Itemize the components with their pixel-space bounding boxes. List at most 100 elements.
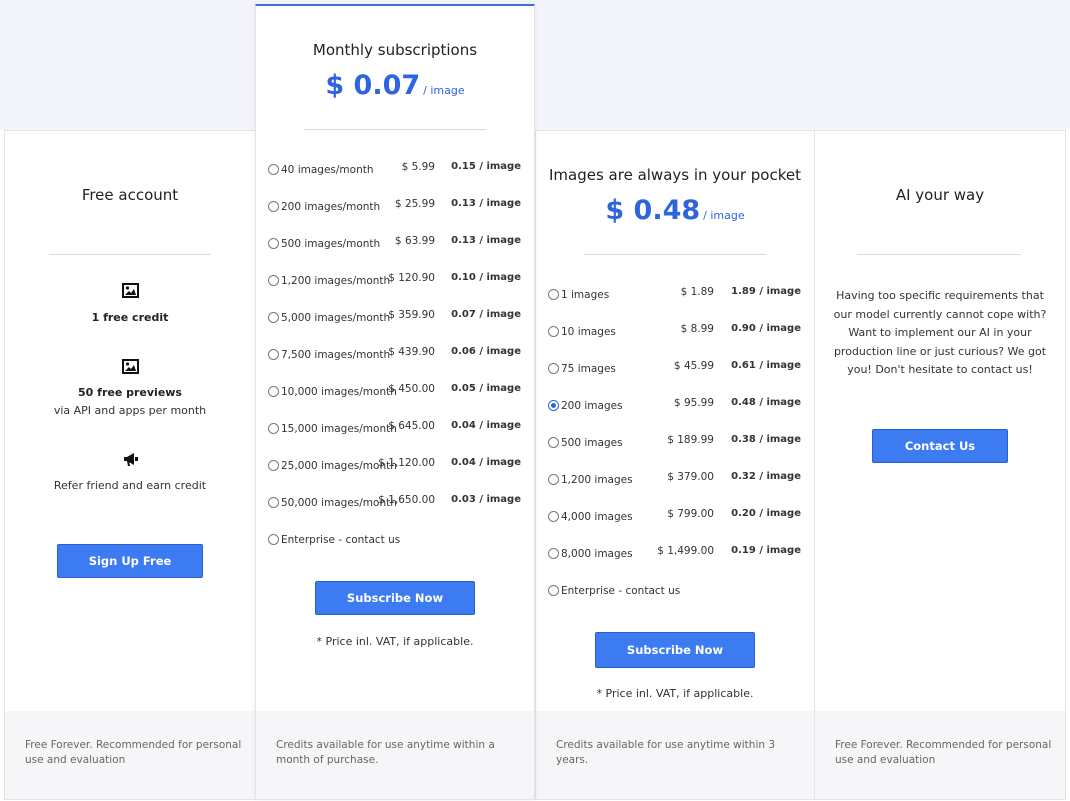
pocket-option-price: $ 95.99 (673, 397, 714, 409)
pocket-option-label: 1 images (561, 289, 610, 301)
pocket-option-per-image: 0.20 / image (731, 508, 801, 519)
pocket-option-row[interactable]: 1 images $ 1.89 1.89 / image (536, 286, 814, 305)
pocket-card-footer: Credits available for use anytime within… (536, 711, 814, 799)
ai-card-title: AI your way (895, 186, 985, 204)
pocket-option-price: $ 189.99 (667, 434, 714, 446)
monthly-price-unit: / image (423, 84, 465, 97)
monthly-card-divider (304, 129, 486, 130)
pocket-option-row[interactable]: 1,200 images $ 379.00 0.32 / image (536, 471, 814, 490)
monthly-option-row[interactable]: 40 images/month $ 5.99 0.15 / image (256, 161, 534, 180)
monthly-option-price: $ 5.99 (401, 161, 435, 173)
monthly-option-label: 1,200 images/month (281, 275, 391, 287)
pocket-option-price: $ 799.00 (667, 508, 714, 520)
monthly-option-radio[interactable] (268, 275, 279, 286)
pocket-option-radio[interactable] (548, 474, 559, 485)
monthly-option-price: $ 1,120.00 (378, 457, 435, 469)
monthly-option-row[interactable]: 5,000 images/month $ 359.90 0.07 / image (256, 309, 534, 328)
pocket-footer-text: Credits available for use anytime within… (556, 739, 776, 766)
monthly-option-price: $ 439.90 (388, 346, 435, 358)
monthly-option-row[interactable]: 200 images/month $ 25.99 0.13 / image (256, 198, 534, 217)
monthly-option-radio[interactable] (268, 460, 279, 471)
pocket-option-per-image: 0.61 / image (731, 360, 801, 371)
monthly-option-per-image: 0.13 / image (451, 235, 521, 246)
pocket-option-radio[interactable] (548, 363, 559, 374)
pocket-option-row[interactable]: 4,000 images $ 799.00 0.20 / image (536, 508, 814, 527)
monthly-option-radio[interactable] (268, 312, 279, 323)
monthly-option-label: 40 images/month (281, 164, 374, 176)
free-footer-text: Free Forever. Recommended for personal u… (25, 739, 242, 766)
monthly-option-radio[interactable] (268, 497, 279, 508)
pocket-option-per-image: 0.38 / image (731, 434, 801, 445)
monthly-option-per-image: 0.13 / image (451, 198, 521, 209)
monthly-option-per-image: 0.04 / image (451, 457, 521, 468)
monthly-option-price: $ 645.00 (388, 420, 435, 432)
pocket-option-label: 4,000 images (561, 511, 633, 523)
monthly-option-radio[interactable] (268, 201, 279, 212)
pocket-option-radio[interactable] (548, 585, 559, 596)
pocket-option-row[interactable]: Enterprise - contact us (536, 585, 814, 601)
free-card-divider (49, 254, 211, 255)
pocket-option-radio[interactable] (548, 326, 559, 337)
pocket-option-row[interactable]: 200 images $ 95.99 0.48 / image (536, 397, 814, 416)
pocket-option-radio[interactable] (548, 511, 559, 522)
pocket-option-radio[interactable] (548, 437, 559, 448)
sign-up-free-button[interactable]: Sign Up Free (57, 544, 203, 578)
pocket-option-radio[interactable] (548, 400, 559, 411)
monthly-option-label: 7,500 images/month (281, 349, 391, 361)
monthly-option-radio[interactable] (268, 238, 279, 249)
image-icon (5, 283, 255, 302)
monthly-option-radio[interactable] (268, 386, 279, 397)
pocket-option-label: 75 images (561, 363, 616, 375)
monthly-option-radio[interactable] (268, 534, 279, 545)
feature-free-previews-detail: via API and apps per month (53, 404, 207, 417)
monthly-option-row[interactable]: 10,000 images/month $ 450.00 0.05 / image (256, 383, 534, 402)
pocket-option-row[interactable]: 10 images $ 8.99 0.90 / image (536, 323, 814, 342)
megaphone-icon (5, 452, 255, 472)
pocket-subscribe-button[interactable]: Subscribe Now (595, 632, 755, 668)
contact-us-button[interactable]: Contact Us (872, 429, 1008, 463)
pocket-option-price: $ 1,499.00 (657, 545, 714, 557)
pocket-option-label: 10 images (561, 326, 616, 338)
pocket-option-per-image: 0.32 / image (731, 471, 801, 482)
monthly-option-row[interactable]: 7,500 images/month $ 439.90 0.06 / image (256, 346, 534, 365)
monthly-option-price: $ 450.00 (388, 383, 435, 395)
pocket-option-row[interactable]: 8,000 images $ 1,499.00 0.19 / image (536, 545, 814, 564)
monthly-option-price: $ 63.99 (394, 235, 435, 247)
monthly-option-row[interactable]: Enterprise - contact us (256, 534, 534, 550)
pocket-card-title: Images are always in your pocket (548, 166, 801, 184)
pocket-card-divider (584, 254, 766, 255)
monthly-subscribe-button[interactable]: Subscribe Now (315, 581, 475, 615)
pocket-option-radio[interactable] (548, 289, 559, 300)
monthly-option-row[interactable]: 25,000 images/month $ 1,120.00 0.04 / imag… (256, 457, 534, 476)
monthly-option-per-image: 0.07 / image (451, 309, 521, 320)
pocket-option-per-image: 0.19 / image (731, 545, 801, 556)
monthly-option-per-image: 0.05 / image (451, 383, 521, 394)
monthly-option-radio[interactable] (268, 423, 279, 434)
pocket-option-label: 500 images (561, 437, 623, 449)
pocket-option-label: 200 images (561, 400, 623, 412)
pocket-option-price: $ 45.99 (673, 360, 714, 372)
pocket-option-label: Enterprise - contact us (561, 585, 681, 597)
monthly-option-label: Enterprise - contact us (281, 534, 401, 546)
pocket-option-row[interactable]: 500 images $ 189.99 0.38 / image (536, 434, 814, 453)
monthly-option-row[interactable]: 15,000 images/month $ 645.00 0.04 / image (256, 420, 534, 439)
image-icon (5, 359, 255, 378)
monthly-option-radio[interactable] (268, 349, 279, 360)
pocket-vat-note: * Price inl. VAT, if applicable. (596, 687, 754, 700)
monthly-card-footer: Credits available for use anytime within… (256, 711, 534, 799)
monthly-option-row[interactable]: 1,200 images/month $ 120.90 0.10 / image (256, 272, 534, 291)
pocket-option-price: $ 8.99 (680, 323, 714, 335)
monthly-option-row[interactable]: 500 images/month $ 63.99 0.13 / image (256, 235, 534, 254)
monthly-option-row[interactable]: 50,000 images/month $ 1,650.00 0.03 / imag… (256, 494, 534, 513)
pocket-option-row[interactable]: 75 images $ 45.99 0.61 / image (536, 360, 814, 379)
monthly-option-radio[interactable] (268, 164, 279, 175)
monthly-option-label: 200 images/month (281, 201, 381, 213)
monthly-option-price: $ 120.90 (388, 272, 435, 284)
pocket-price-amount: $ 0.48 (605, 195, 701, 226)
pocket-price: $ 0.48/ image (536, 195, 814, 226)
pay-as-you-go-card: Images are always in your pocket $ 0.48/… (535, 130, 815, 800)
pocket-option-radio[interactable] (548, 548, 559, 559)
feature-refer-friend: Refer friend and earn credit (53, 479, 207, 492)
ai-your-way-card: AI your way Having too specific requirem… (814, 130, 1066, 800)
monthly-option-per-image: 0.10 / image (451, 272, 521, 283)
